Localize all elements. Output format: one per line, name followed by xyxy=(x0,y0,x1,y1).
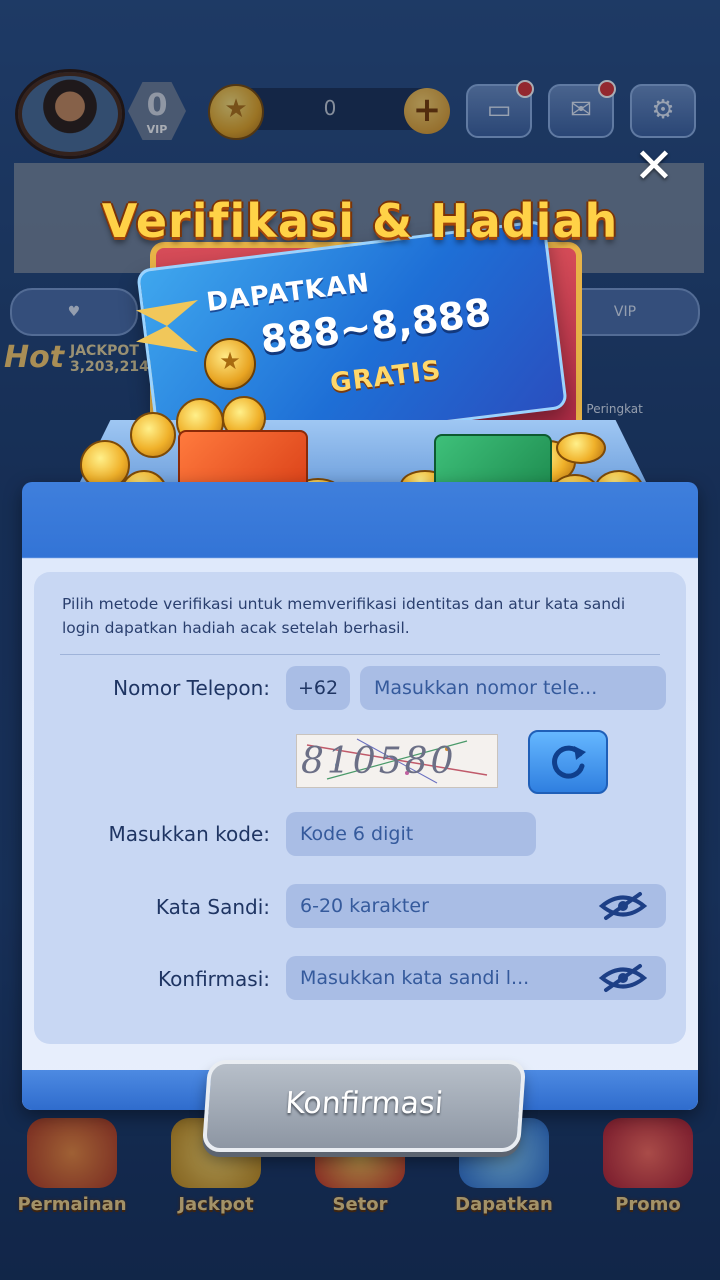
captcha-image: 810580 xyxy=(296,734,498,788)
eye-off-icon xyxy=(598,892,648,920)
intro-text: Pilih metode verifikasi untuk memverifik… xyxy=(62,595,626,637)
eye-off-icon xyxy=(598,964,648,992)
coin-decoration xyxy=(556,432,606,464)
refresh-icon xyxy=(552,745,586,779)
phone-input[interactable]: Masukkan nomor tele... xyxy=(360,666,666,710)
refresh-captcha-button[interactable] xyxy=(528,730,608,794)
coin-icon xyxy=(204,338,256,390)
divider xyxy=(60,654,660,655)
country-code-select[interactable]: +62 xyxy=(286,666,350,710)
confirm-password-label: Konfirmasi: xyxy=(158,967,270,991)
hide-password-toggle[interactable] xyxy=(598,891,648,921)
coin-decoration xyxy=(130,412,176,458)
close-button[interactable]: ✕ xyxy=(626,142,682,190)
password-label: Kata Sandi: xyxy=(155,895,270,919)
captcha-text: 810580 xyxy=(301,741,457,782)
modal-title: Verifikasi & Hadiah xyxy=(101,194,619,248)
code-input[interactable]: Kode 6 digit xyxy=(286,812,536,856)
close-icon: ✕ xyxy=(633,138,675,194)
code-label: Masukkan kode: xyxy=(108,822,270,846)
phone-label: Nomor Telepon: xyxy=(113,676,270,700)
confirm-button[interactable]: Konfirmasi xyxy=(201,1060,527,1152)
hide-confirm-password-toggle[interactable] xyxy=(598,963,648,993)
